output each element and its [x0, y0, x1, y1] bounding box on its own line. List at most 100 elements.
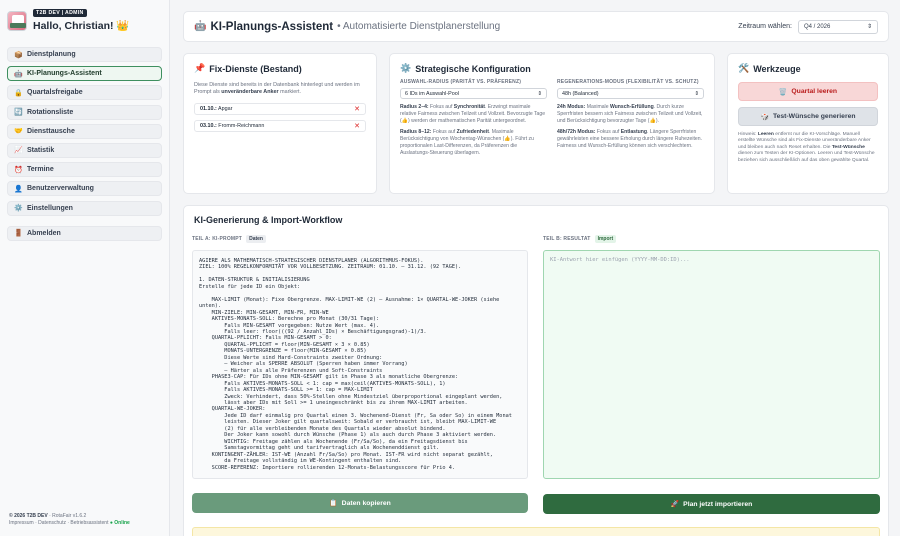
regen-column: REGENERATIONS-MODUS (FLEXIBILITÄT VS. SC…: [557, 79, 704, 162]
chevron-updown-icon: ⇕: [537, 90, 542, 97]
answer-placeholder: KI-Antwort hier einfügen (YYYY-MM-DD:ID)…: [550, 257, 690, 263]
page-header: 🤖 KI-Planungs-Assistent • Automatisierte…: [183, 11, 889, 42]
pin-icon: 📌: [194, 63, 206, 73]
generate-test-wishes-button[interactable]: 🎲 Test-Wünsche generieren: [738, 107, 878, 126]
sidebar-item-statistik[interactable]: 📈 Statistik: [7, 142, 162, 158]
desc-text: markiert.: [278, 89, 302, 95]
brand: T2B DEV | ADMIN Hallo, Christian! 👑: [7, 9, 162, 32]
handshake-icon: 🤝: [14, 128, 23, 136]
button-label: Test-Wünsche generieren: [772, 113, 856, 120]
radius-column: AUSWAHL-RADIUS (PARITÄT VS. PRÄFERENZ) 6…: [400, 79, 547, 162]
part-a-label: TEIL A: KI-PROMPT Daten: [192, 235, 266, 243]
tools-title: 🛠️ Werkzeuge: [738, 63, 878, 74]
radius-label: AUSWAHL-RADIUS (PARITÄT VS. PRÄFERENZ): [400, 79, 522, 85]
tools-icon: 🛠️: [738, 63, 750, 73]
remove-icon[interactable]: ✕: [354, 122, 360, 130]
box-icon: 📦: [14, 51, 23, 59]
sidebar-item-label: Abmelden: [27, 229, 61, 237]
user-icon: 👤: [14, 185, 23, 193]
para-text: Fokus auf: [428, 104, 454, 110]
period-select[interactable]: Q4 / 2026 ⇕: [798, 19, 878, 34]
fix-dienste-card: 📌 Fix-Dienste (Bestand) Diese Dienste sin…: [183, 53, 377, 194]
ki-answer-input[interactable]: KI-Antwort hier einfügen (YYYY-MM-DD:ID)…: [543, 250, 880, 479]
app-logo: [7, 10, 27, 31]
footer-copyright: © 2026 T2B DEV: [9, 513, 48, 519]
sidebar-footer: © 2026 T2B DEV · RotaFair v1.6.2 Impress…: [9, 513, 130, 527]
strategic-config-card: ⚙️ Strategische Konfiguration AUSWAHL-RAD…: [389, 53, 715, 194]
hint-text: Hinweis:: [738, 132, 758, 137]
fix-name: Apgar: [218, 106, 233, 112]
sidebar-item-label: Termine: [27, 166, 54, 174]
part-b-label: TEIL B: RESULTAT Import: [543, 235, 617, 243]
workflow-title: KI-Generierung & Import-Workflow: [194, 215, 343, 225]
para-text: Fokus auf: [431, 129, 457, 136]
sidebar-item-label: Dienstplanung: [27, 51, 76, 58]
sidebar-item-label: Einstellungen: [27, 204, 73, 212]
sidebar-item-label: Quartalsfreigabe: [27, 89, 83, 97]
part-b-text: TEIL B: RESULTAT: [543, 236, 591, 242]
import-plan-button[interactable]: 🚀 Plan jetzt importieren: [543, 494, 880, 514]
import-tag: Import: [594, 235, 617, 243]
fix-name: Fromm-Reichmann: [218, 123, 265, 129]
ki-prompt-textarea[interactable]: AGIERE ALS MATHEMATISCH-STRATEGISCHER DI…: [192, 250, 528, 479]
part-a-text: TEIL A: KI-PROMPT: [192, 236, 243, 242]
regen-value: 48h (Balanced): [562, 90, 599, 97]
sidebar-item-diensttausche[interactable]: 🤝 Diensttausche: [7, 123, 162, 139]
para-bold: Radius 8–12:: [400, 129, 432, 136]
sidebar-item-dienstplanung[interactable]: 📦 Dienstplanung: [7, 47, 162, 62]
regen-select[interactable]: 48h (Balanced) ⇕: [557, 88, 704, 99]
sidebar-item-ki-planungs-assistent[interactable]: 🤖 KI-Planungs-Assistent: [7, 66, 162, 82]
notice-strip: [192, 527, 880, 536]
data-tag: Daten: [246, 235, 266, 243]
period-value: Q4 / 2026: [804, 23, 831, 30]
footer-links[interactable]: Impressum · Datenschutz · Betriebsassist…: [9, 520, 108, 526]
sidebar-item-termine[interactable]: ⏰ Termine: [7, 162, 162, 178]
radius-info-2: Radius 8–12: Fokus auf Zufriedenheit. Ma…: [400, 129, 547, 156]
copy-data-button[interactable]: 📋 Daten kopieren: [192, 493, 528, 513]
button-label: Daten kopieren: [341, 499, 391, 507]
para-text: Maximale: [585, 104, 610, 110]
para-bold: Radius 2–4:: [400, 104, 429, 110]
fix-row: 01.10.: Apgar ✕: [194, 103, 366, 115]
para-text: Fokus auf: [595, 129, 621, 136]
sidebar-item-quartalsfreigabe[interactable]: 🔒 Quartalsfreigabe: [7, 85, 162, 101]
sidebar-item-abmelden[interactable]: 🚪 Abmelden: [7, 225, 162, 241]
chevron-updown-icon: ⇕: [694, 90, 699, 97]
door-icon: 🚪: [14, 230, 23, 237]
footer-version: · RotaFair v1.6.2: [47, 513, 87, 519]
rocket-icon: 🚀: [670, 501, 680, 508]
sidebar-item-benutzerverwaltung[interactable]: 👤 Benutzerverwaltung: [7, 181, 162, 197]
button-label: Quartal leeren: [791, 88, 838, 95]
lock-icon: 🔒: [14, 89, 23, 97]
hint-bold: Test-Wünsche: [831, 144, 865, 150]
tools-card: 🛠️ Werkzeuge 🗑️ Quartal leeren 🎲 Test-Wünsc…: [727, 53, 889, 194]
para-bold: Entlastung: [620, 129, 648, 136]
fix-dienste-description: Diese Dienste sind bereits in der Datenb…: [194, 82, 366, 96]
hint-text: dienen zum Testen der KI-Optionen. Leere…: [738, 151, 875, 163]
fix-row: 03.10.: Fromm-Reichmann ✕: [194, 120, 366, 132]
trash-icon: 🗑️: [778, 88, 788, 96]
radius-value: 6 IDs im Auswahl-Pool: [405, 90, 459, 97]
card-title-text: Strategische Konfiguration: [415, 63, 531, 74]
sidebar-item-label: Diensttausche: [27, 127, 75, 135]
greeting: Hallo, Christian! 👑: [33, 20, 130, 32]
gear-icon: ⚙️: [14, 205, 23, 212]
fix-dienste-title: 📌 Fix-Dienste (Bestand): [194, 63, 366, 74]
clock-icon: ⏰: [14, 166, 23, 174]
regen-info-2: 48h/72h Modus: Fokus auf Entlastung. Län…: [557, 129, 704, 149]
sidebar-item-einstellungen[interactable]: ⚙️ Einstellungen: [7, 200, 162, 216]
desc-bold: unveränderbare Anker: [221, 89, 279, 95]
period-label: Zeitraum wählen:: [738, 23, 792, 30]
tools-hint: Hinweis: Leeren entfernt nur die KI-Vors…: [738, 132, 878, 164]
remove-icon[interactable]: ✕: [354, 105, 360, 113]
sidebar-item-label: Statistik: [27, 146, 55, 154]
radius-select[interactable]: 6 IDs im Auswahl-Pool ⇕: [400, 88, 547, 99]
button-label: Plan jetzt importieren: [683, 500, 753, 508]
clear-quarter-button[interactable]: 🗑️ Quartal leeren: [738, 82, 878, 101]
para-bold: 48h/72h Modus:: [557, 129, 596, 136]
card-title-text: Fix-Dienste (Bestand): [209, 63, 302, 74]
sidebar: T2B DEV | ADMIN Hallo, Christian! 👑 📦 Die…: [0, 0, 170, 536]
sidebar-item-rotationsliste[interactable]: 🔄 Rotationsliste: [7, 104, 162, 120]
chart-icon: 📈: [14, 147, 23, 155]
dice-icon: 🎲: [760, 113, 769, 121]
